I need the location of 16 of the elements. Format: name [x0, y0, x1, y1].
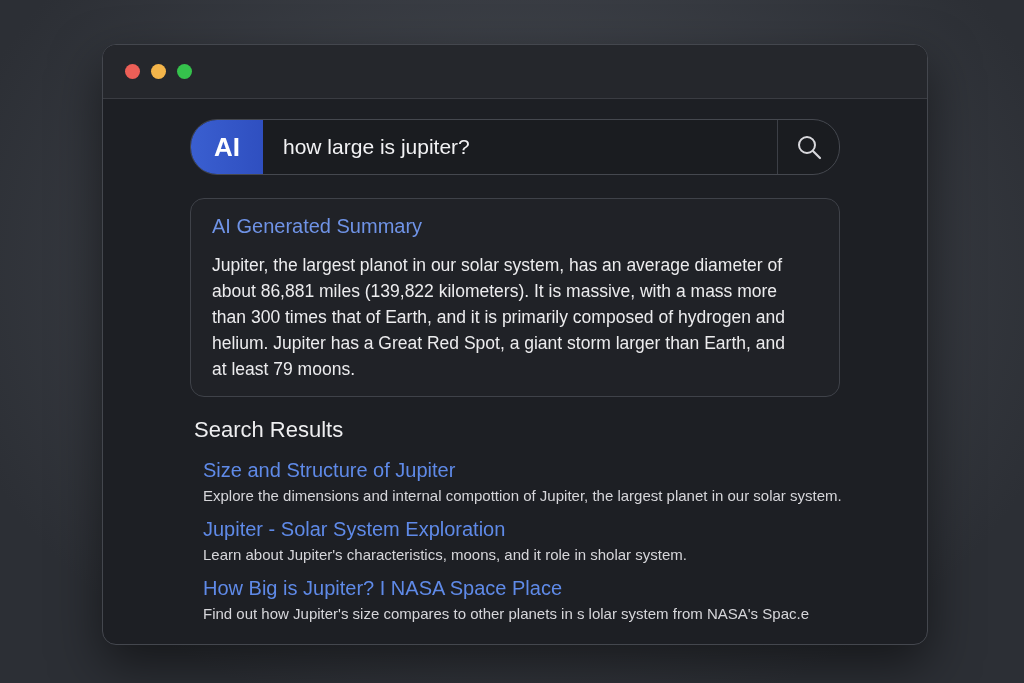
minimize-button[interactable] [151, 64, 166, 79]
search-icon [795, 134, 822, 160]
close-button[interactable] [125, 64, 140, 79]
result-description: Explore the dimensions and internal compottion of Jupiter, the largest planet in our solar system. [203, 487, 840, 504]
result-link[interactable]: How Big is Jupiter? I NASA Space Place [203, 577, 563, 600]
summary-text: Jupiter, the largest planot in our solar system, has an average diameter of about 86,881 miles (139,822 kilometers). It is massive, with a mass more than 300 times that of Earth, and it is primarily composed of hydrogen and helium. Jupiter has a Great Red Spot, a giant storm larger than Earth, and at least 79 moons. [212, 254, 786, 381]
search-field[interactable]: how large is jupiter? [263, 120, 777, 174]
summary-title: AI Generated Summary [212, 215, 424, 238]
result-description: Find out how Jupiter's size compares to other planets in s lolar system from NASA's Spac.e [203, 605, 810, 622]
ai-badge: AI [191, 120, 263, 174]
section-heading: Search Results [194, 417, 345, 443]
search-bar[interactable]: AI how large is jupiter? [190, 119, 840, 175]
maximize-button[interactable] [177, 64, 192, 79]
result-link[interactable]: Jupiter - Solar System Exploration [203, 518, 506, 541]
result-description: Learn about Jupiter's characteristics, moons, and it role in sholar system. [203, 546, 688, 563]
result-link[interactable]: Size and Structure of Jupiter [203, 459, 456, 482]
